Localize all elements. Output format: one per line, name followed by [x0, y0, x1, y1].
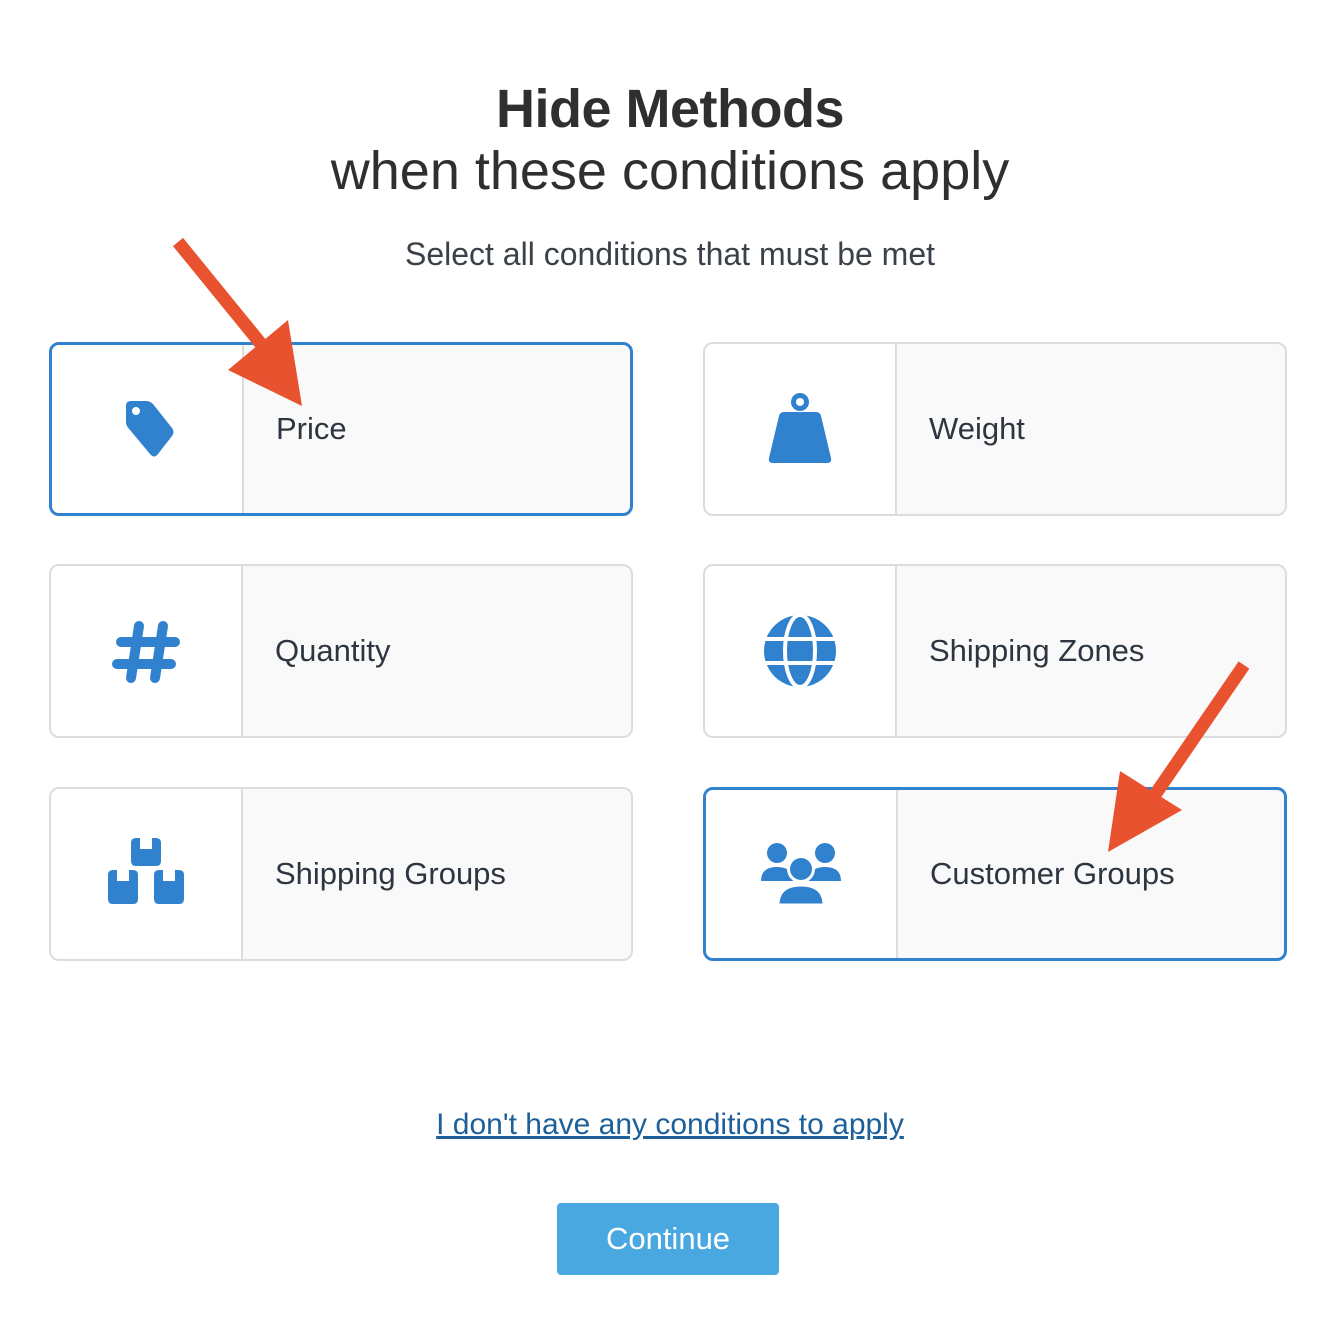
condition-label: Quantity: [275, 633, 391, 668]
weight-icon: [768, 393, 832, 463]
no-conditions-link[interactable]: I don't have any conditions to apply: [436, 1108, 904, 1141]
condition-card-customer-groups[interactable]: Customer Groups: [703, 787, 1287, 961]
boxes-icon: [108, 838, 184, 904]
condition-label: Customer Groups: [930, 856, 1175, 891]
condition-label: Price: [276, 411, 347, 446]
condition-label: Shipping Groups: [275, 856, 506, 891]
page-title: Hide Methods: [495, 79, 845, 139]
condition-card-weight[interactable]: Weight: [703, 342, 1287, 516]
condition-card-quantity[interactable]: Quantity: [49, 564, 633, 738]
condition-card-price[interactable]: Price: [49, 342, 633, 516]
users-icon: [761, 843, 841, 907]
page-subtitle: when these conditions apply: [330, 141, 1010, 201]
condition-card-shipping-groups[interactable]: Shipping Groups: [49, 787, 633, 961]
hash-icon: [112, 621, 180, 683]
condition-label: Shipping Zones: [929, 633, 1145, 668]
continue-button[interactable]: Continue: [557, 1203, 779, 1275]
instruction-text: Select all conditions that must be met: [404, 236, 936, 272]
condition-card-shipping-zones[interactable]: Shipping Zones: [703, 564, 1287, 738]
globe-icon: [764, 613, 836, 689]
condition-label: Weight: [929, 411, 1025, 446]
price-tag-icon: [126, 401, 174, 457]
